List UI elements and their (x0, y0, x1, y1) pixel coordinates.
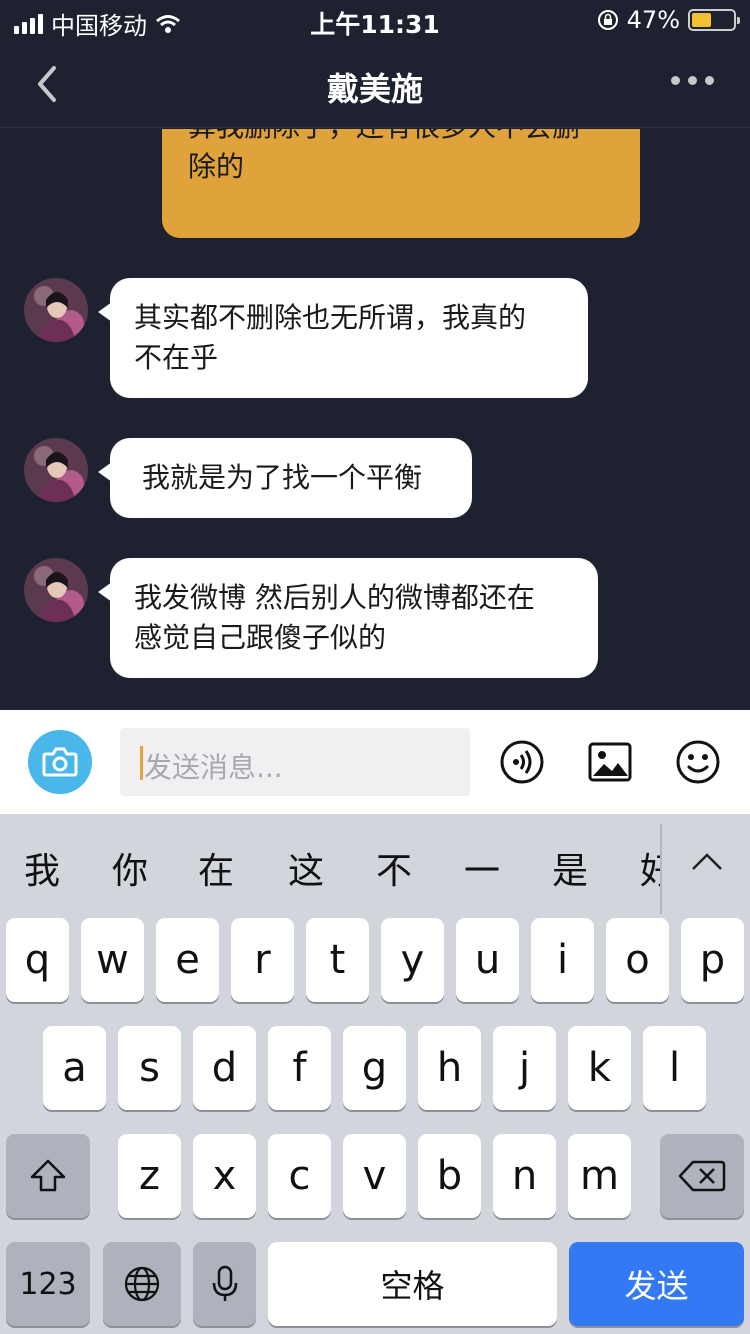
message-text: 其实都不删除也无所谓，我真的 (134, 301, 527, 334)
candidate-item[interactable]: 好 (640, 842, 660, 894)
input-bar: 发送消息... (0, 710, 750, 814)
avatar[interactable] (24, 558, 88, 622)
space-key[interactable]: 空格 (268, 1242, 557, 1326)
key-c[interactable]: c (268, 1134, 331, 1218)
message-input[interactable]: 发送消息... (120, 728, 470, 796)
numbers-key[interactable]: 123 (6, 1242, 90, 1326)
shift-icon (30, 1159, 66, 1192)
key-m[interactable]: m (568, 1134, 631, 1218)
battery-percent: 47% (626, 6, 680, 34)
message-text: 感觉自己跟傻子似的 (134, 621, 387, 654)
message-bubble: 其实都不删除也无所谓，我真的 不在乎 (98, 278, 588, 398)
candidate-item[interactable]: 你 (112, 842, 148, 894)
key-y[interactable]: y (381, 918, 444, 1002)
key-j[interactable]: j (493, 1026, 556, 1110)
key-u[interactable]: u (456, 918, 519, 1002)
key-f[interactable]: f (268, 1026, 331, 1110)
key-l[interactable]: l (643, 1026, 706, 1110)
key-p[interactable]: p (681, 918, 744, 1002)
globe-key[interactable] (103, 1242, 181, 1326)
key-g[interactable]: g (343, 1026, 406, 1110)
nav-bar: 戴美施 (0, 40, 750, 128)
key-d[interactable]: d (193, 1026, 256, 1110)
message-text: 除的 (188, 150, 245, 183)
candidate-item[interactable]: 在 (198, 842, 234, 894)
key-n[interactable]: n (493, 1134, 556, 1218)
message-bubble-self: 算我删除了，还有很多人不会删 除的 (162, 129, 640, 238)
rotation-lock-icon (597, 10, 618, 30)
microphone-icon (212, 1265, 237, 1301)
battery-icon (688, 9, 740, 31)
message-input-placeholder: 发送消息... (144, 751, 283, 784)
text-caret (140, 746, 143, 780)
candidate-item[interactable]: 这 (288, 842, 324, 894)
key-s[interactable]: s (118, 1026, 181, 1110)
page-title: 戴美施 (326, 70, 423, 108)
key-h[interactable]: h (418, 1026, 481, 1110)
key-q[interactable]: q (6, 918, 69, 1002)
avatar[interactable] (24, 438, 88, 502)
candidate-item[interactable]: 我 (24, 842, 60, 894)
candidate-bar: 我你在 这不一是好 (0, 814, 750, 914)
key-r[interactable]: r (231, 918, 294, 1002)
avatar[interactable] (24, 278, 88, 342)
message-bubble: 我就是为了找一个平衡 (98, 438, 472, 518)
candidate-item[interactable]: 不 (376, 842, 412, 894)
keyboard: 我你在 这不一是好 q w e r t y u i o p a s d f g h j k l z x c v b n m 123 空格… (0, 814, 750, 1334)
message-bubble: 我发微博 然后别人的微博都还在 感觉自己跟傻子似的 (98, 558, 598, 678)
dictation-key[interactable] (193, 1242, 256, 1326)
key-w[interactable]: w (81, 918, 144, 1002)
key-k[interactable]: k (568, 1026, 631, 1110)
globe-icon (124, 1266, 160, 1302)
message-text: 不在乎 (134, 341, 219, 374)
camera-button[interactable] (28, 730, 92, 794)
key-a[interactable]: a (43, 1026, 106, 1110)
key-t[interactable]: t (306, 918, 369, 1002)
key-v[interactable]: v (343, 1134, 406, 1218)
key-z[interactable]: z (118, 1134, 181, 1218)
key-b[interactable]: b (418, 1134, 481, 1218)
more-dots-icon[interactable] (671, 76, 714, 85)
key-x[interactable]: x (193, 1134, 256, 1218)
send-key[interactable]: 发送 (569, 1242, 744, 1326)
key-o[interactable]: o (606, 918, 669, 1002)
emoji-icon[interactable] (674, 738, 722, 786)
candidate-item[interactable]: 一 (464, 842, 500, 894)
voice-icon[interactable] (498, 738, 546, 786)
status-bar: 中国移动 上午11:31 47% (0, 0, 750, 40)
candidate-divider (660, 824, 662, 914)
message-text: 算我删除了，还有很多人不会删 (188, 129, 616, 147)
camera-icon (42, 747, 78, 777)
candidate-item[interactable]: 是 (552, 842, 588, 894)
message-text: 我就是为了找一个平衡 (142, 461, 423, 494)
key-e[interactable]: e (156, 918, 219, 1002)
message-text: 我发微博 然后别人的微博都还在 (134, 581, 535, 614)
backspace-key[interactable] (660, 1134, 744, 1218)
shift-key[interactable] (6, 1134, 90, 1218)
image-icon[interactable] (586, 738, 634, 786)
chevron-up-icon[interactable] (690, 850, 724, 872)
chat-area[interactable]: 算我删除了，还有很多人不会删 除的 其实都不删除也无所谓，我真的 不在乎 (0, 129, 750, 710)
key-i[interactable]: i (531, 918, 594, 1002)
backspace-icon (678, 1160, 726, 1192)
